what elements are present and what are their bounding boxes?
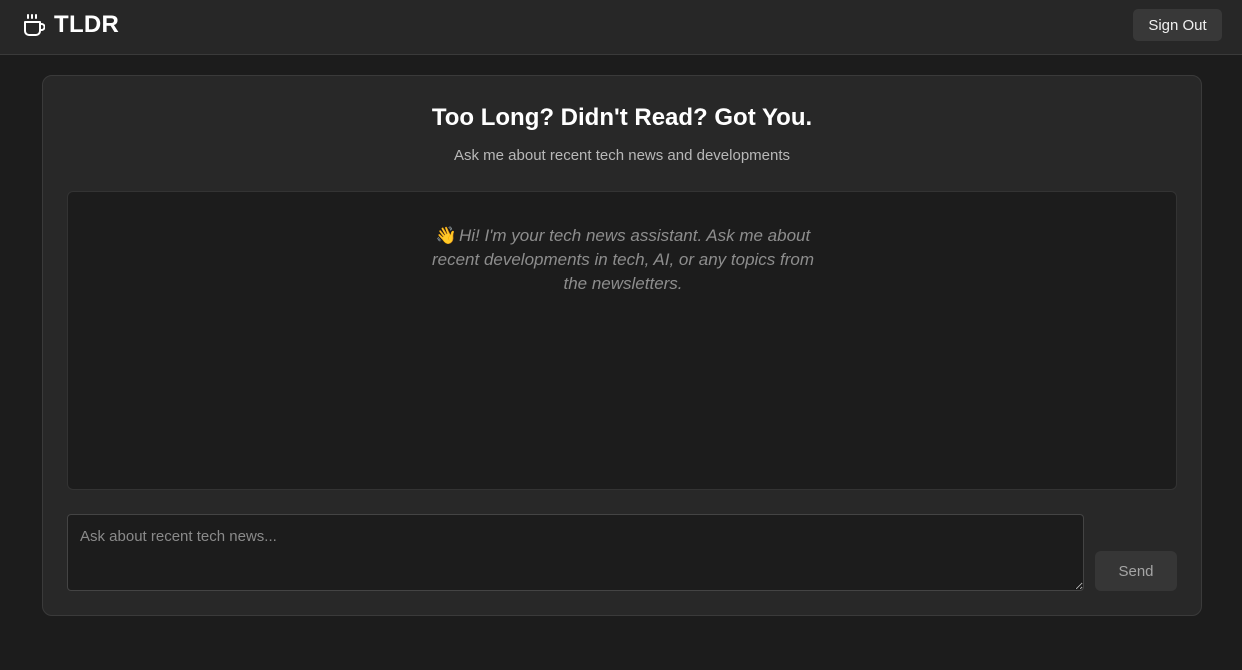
sign-out-button[interactable]: Sign Out (1133, 9, 1222, 41)
brand[interactable]: TLDR (23, 12, 119, 38)
welcome-message: 👋 Hi! I'm your tech news assistant. Ask m… (423, 224, 823, 296)
page-subtitle: Ask me about recent tech news and develo… (453, 147, 791, 164)
coffee-cup-icon (24, 14, 45, 36)
message-input[interactable] (67, 514, 1084, 591)
top-bar: TLDR Sign Out (0, 0, 1242, 55)
chat-panel: Too Long? Didn't Read? Got You. Ask me a… (42, 75, 1202, 616)
welcome-text: Hi! I'm your tech news assistant. Ask me… (431, 226, 815, 293)
waving-hand-icon: 👋 (435, 226, 457, 245)
send-button[interactable]: Send (1095, 551, 1177, 591)
app-name: TLDR (54, 11, 120, 38)
chat-messages-area[interactable]: 👋 Hi! I'm your tech news assistant. Ask m… (67, 191, 1177, 490)
page-title: Too Long? Didn't Read? Got You. (431, 104, 813, 131)
